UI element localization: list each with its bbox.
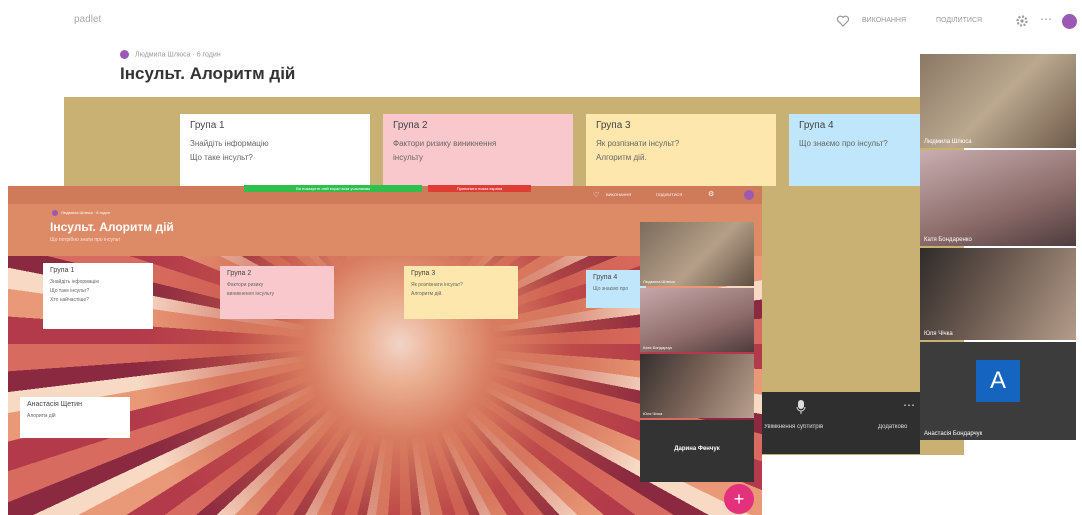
note-title: Група 2 [227,270,252,277]
participant-name: Анастасія Бондарчук [924,431,983,437]
breadcrumb-text: Людмила Шлюса · 6 годин [135,51,221,59]
note-assignment[interactable]: Анастасія Щетин Алоритм дій [20,397,130,438]
heart-icon[interactable]: ♡ [593,191,599,199]
note-line: Алоритм дій [27,413,56,419]
breadcrumb-text: Людмила Шлюса · 6 годин [61,210,110,216]
video-tile[interactable]: Юля Чічка [920,248,1076,340]
note-title: Анастасія Щетин [27,401,82,408]
avatar[interactable] [1062,14,1077,29]
note-group-1[interactable]: Група 1 Знайдіть інформацію Що таке інсу… [43,263,153,329]
note-group-4[interactable]: Група 4 Що знаємо про інсульт? [789,114,920,186]
banner-text: Ви показуєте свій екран всім учасникам [296,186,370,191]
note-group-2[interactable]: Група 2 Фактори ризику виникнення інсуль… [383,114,573,186]
note-line: Що таке інсульт? [50,288,90,294]
board-title: Інсульт. Алоритм дій [120,64,296,83]
top-bar [0,0,1082,48]
shared-screen-window: ♡ ВИКОНАННЯ ПОДІЛИТИСЯ ⚙ Людмила Шлюса ·… [8,186,762,515]
meet-controls-bar: Увімкнення субтитрів ⋯ Додатково [762,392,920,454]
note-title: Група 4 [799,120,834,131]
video-tile[interactable]: Людмила Шлюса [640,222,754,286]
board-subtitle: Що потрібно знати про інсульт [50,237,121,243]
note-group-3[interactable]: Група 3 Як розпізнати інсульт? Алгоритм … [404,266,518,319]
banner-text: Припинити показ екрана [456,186,503,191]
screen-sharing-banner: Ви показуєте свій екран всім учасникам [244,185,422,192]
video-tile[interactable]: Катя Бондаренко [920,150,1076,246]
note-group-2[interactable]: Група 2 Фактори ризику виникнення інсуль… [220,266,334,319]
video-tile[interactable]: A Анастасія Бондарчук [920,342,1076,440]
author-avatar [52,210,58,216]
note-title: Група 3 [596,120,631,131]
note-line: Що знаємо про інсульт? [799,139,888,148]
breadcrumb: Людмила Шлюса · 6 годин [120,50,221,59]
captions-label[interactable]: Увімкнення субтитрів [764,424,876,430]
participant-name: Катя Бондарчук [643,345,673,350]
note-line: виникнення інсульту [227,291,275,297]
video-tile[interactable]: Катя Бондарчук [640,288,754,352]
note-title: Група 1 [50,267,75,274]
board-title: Інсульт. Алоритм дій [50,220,174,234]
note-title: Група 4 [593,274,618,281]
note-group-3[interactable]: Група 3 Як розпізнати інсульт? Алгоритм … [586,114,776,186]
remix-button[interactable]: ВИКОНАННЯ [606,192,631,197]
more-options-icon[interactable]: ⋯ [903,398,915,412]
note-title: Група 2 [393,120,428,131]
gear-icon[interactable] [1015,14,1029,28]
note-line: Знайдіть інформацію [190,139,269,148]
note-line: Як розпізнати інсульт? [411,282,463,288]
participant-name: Дарина Фенчук [674,446,720,452]
note-title: Група 1 [190,120,225,131]
breadcrumb: Людмила Шлюса · 6 годин [52,210,110,216]
note-group-4[interactable]: Група 4 Що знаємо про [586,270,646,308]
note-line: Алгоритм дій. [411,291,443,297]
video-tile[interactable]: Дарина Фенчук [640,420,754,482]
participant-name: Людмила Шлюса [643,279,675,284]
participant-name: Людмила Шлюса [924,139,972,145]
participant-avatar: A [976,360,1020,402]
note-group-1[interactable]: Група 1 Знайдіть інформацію Що таке інсу… [180,114,370,186]
add-post-button[interactable]: + [724,484,754,514]
participant-name: Юля Чічка [924,331,953,337]
gear-icon[interactable]: ⚙ [708,190,714,198]
note-line: Алгоритм дій. [596,152,647,162]
stop-sharing-button[interactable]: Припинити показ екрана [428,185,531,192]
participant-name: Юля Чічка [643,411,663,416]
note-line: Як розпізнати інсульт? [596,139,680,148]
note-line: Фактори ризику [227,282,264,288]
video-tile[interactable]: Людмила Шлюса [920,54,1076,148]
note-line: Що знаємо про [593,286,629,292]
app-logo[interactable]: padlet [74,14,101,25]
captions-icon[interactable] [796,400,806,414]
more-options-label[interactable]: Додатково [878,424,918,430]
video-tile[interactable]: Юля Чічка [640,354,754,418]
note-line: Хто найчастіше? [50,297,89,303]
note-title: Група 3 [411,270,436,277]
author-avatar [120,50,129,59]
note-line: Що таке інсульт? [190,152,253,162]
note-line: інсульту [393,152,423,162]
more-icon[interactable]: ⋯ [1040,12,1052,26]
avatar[interactable] [744,190,754,200]
share-button[interactable]: ПОДІЛИТИСЯ [656,192,682,197]
heart-icon[interactable] [836,14,850,28]
participant-name: Катя Бондаренко [924,237,972,243]
share-button[interactable]: ПОДІЛИТИСЯ [936,17,982,24]
note-line: Фактори ризику виникнення [393,139,497,148]
remix-button[interactable]: ВИКОНАННЯ [862,17,906,24]
note-line: Знайдіть інформацію [50,279,100,285]
